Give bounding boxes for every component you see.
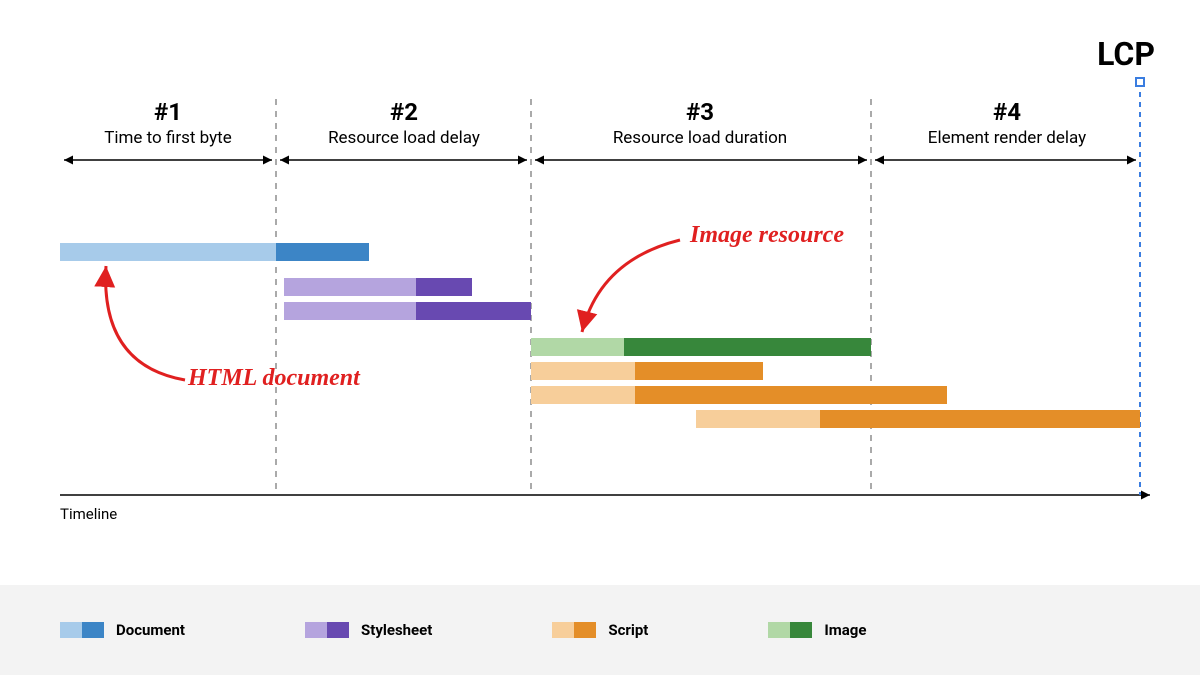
legend-item-script: Script [552,621,648,639]
timeline-bar-script [531,362,763,380]
phase-number-2: #2 [390,98,418,126]
lcp-marker-label: LCP [1097,35,1155,73]
legend-swatch-script [552,622,596,638]
phase-label-4: Element render delay [928,128,1086,148]
timeline-axis-label: Timeline [60,505,117,523]
legend-swatch-document [60,622,104,638]
legend-label-document: Document [116,621,185,639]
timeline-bar-script [531,386,947,404]
phase-number-3: #3 [686,98,714,126]
legend-swatch-stylesheet [305,622,349,638]
legend-label-stylesheet: Stylesheet [361,621,432,639]
legend: Document Stylesheet Script Image [0,585,1200,675]
timeline-bar-stylesheet [284,278,472,296]
lcp-timeline-diagram: LCP #1 [0,0,1200,675]
phase-label-1: Time to first byte [104,128,232,148]
phase-label-2: Resource load delay [328,128,480,148]
phase-number-4: #4 [993,98,1021,126]
legend-label-image: Image [824,621,866,639]
timeline-bar-script [696,410,1140,428]
annotation-image-resource: Image resource [690,222,844,249]
legend-item-image: Image [768,621,866,639]
legend-label-script: Script [608,621,648,639]
timeline-bar-document [60,243,369,261]
legend-swatch-image [768,622,812,638]
phase-label-3: Resource load duration [613,128,787,148]
timeline-bar-image [531,338,871,356]
legend-item-stylesheet: Stylesheet [305,621,432,639]
timeline-bar-stylesheet [284,302,531,320]
annotation-html-document: HTML document [188,365,360,392]
legend-item-document: Document [60,621,185,639]
phase-number-1: #1 [154,98,182,126]
